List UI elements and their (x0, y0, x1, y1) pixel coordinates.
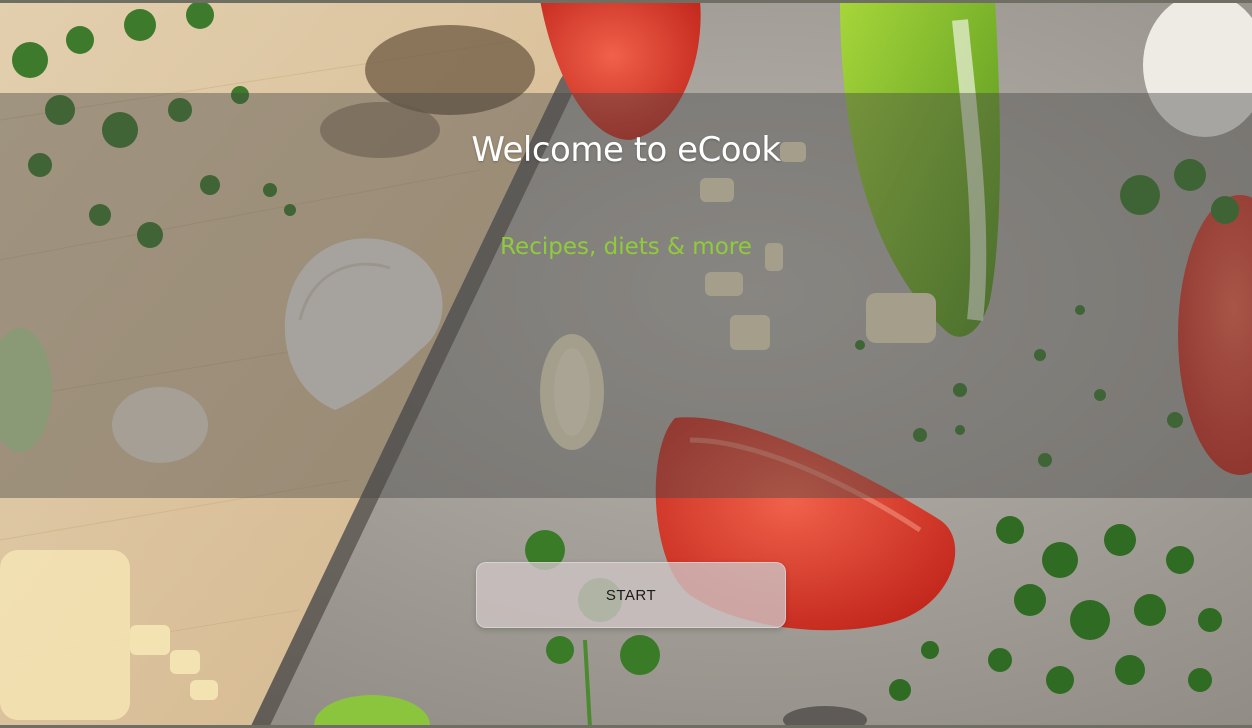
tagline: Recipes, diets & more (500, 234, 752, 260)
top-frame-border (0, 0, 1252, 3)
welcome-screen: Welcome to eCook Recipes, diets & more S… (0, 0, 1252, 728)
start-button[interactable]: START (476, 562, 786, 628)
welcome-title: Welcome to eCook (471, 130, 781, 170)
